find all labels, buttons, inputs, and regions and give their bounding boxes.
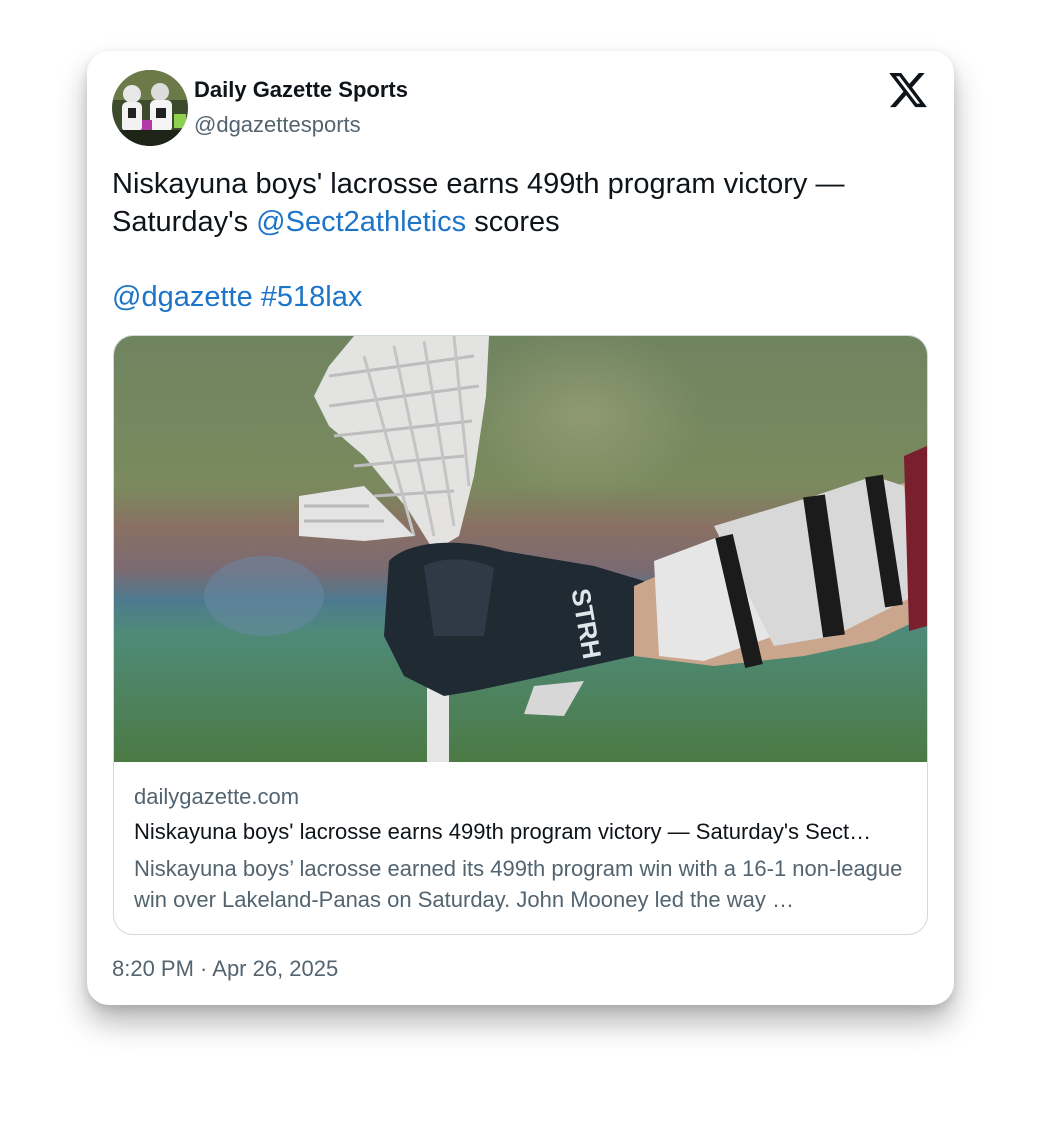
tweet-card: Daily Gazette Sports @dgazettesports Nis… [87, 51, 954, 1005]
tweet-tags: @dgazette #518lax [112, 278, 362, 316]
link-preview-card[interactable]: STRH dailygazette.com Niskayuna boys' la… [113, 335, 928, 935]
timestamp[interactable]: 8:20 PM · Apr 26, 2025 [112, 956, 338, 982]
mention-link[interactable]: @Sect2athletics [256, 206, 466, 238]
mention-link-dgazette[interactable]: @dgazette [112, 281, 253, 313]
article-image: STRH [114, 336, 927, 762]
hashtag-link[interactable]: #518lax [261, 281, 363, 313]
display-name[interactable]: Daily Gazette Sports [194, 77, 408, 103]
link-domain: dailygazette.com [134, 784, 300, 809]
tweet-text-part2: scores [466, 206, 560, 238]
link-description: Niskayuna boys’ lacrosse earned its 499t… [134, 856, 903, 912]
avatar-photo [112, 70, 188, 146]
avatar[interactable] [112, 70, 188, 146]
link-title: Niskayuna boys' lacrosse earns 499th pro… [134, 819, 872, 844]
x-logo-icon[interactable] [887, 69, 929, 111]
handle[interactable]: @dgazettesports [194, 112, 361, 138]
tweet-text: Niskayuna boys' lacrosse earns 499th pro… [112, 165, 932, 241]
